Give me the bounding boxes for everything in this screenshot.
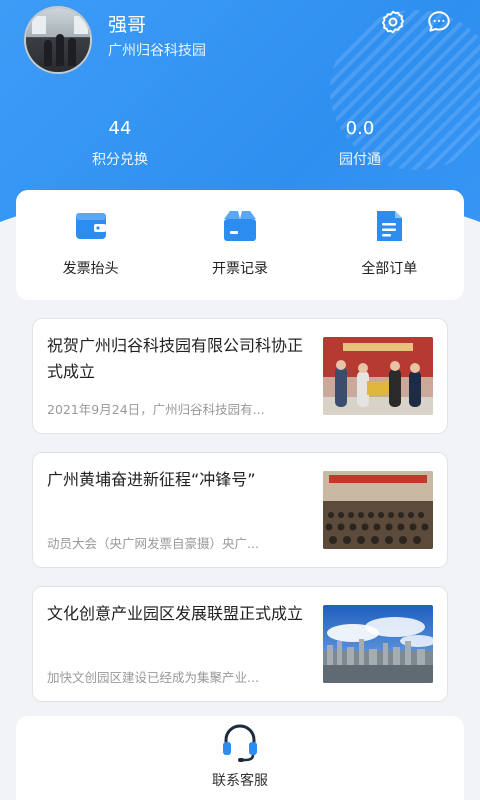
points-value: 44	[108, 118, 132, 139]
wallet-icon	[73, 208, 109, 244]
news-card[interactable]: 文化创意产业园区发展联盟正式成立 加快文创园区建设已经成为集聚产业...	[32, 586, 448, 702]
invoice-records-label: 开票记录	[211, 261, 268, 277]
invoice-records-button[interactable]: 开票记录	[165, 190, 314, 300]
points-stat[interactable]: 44 积分兑换	[40, 118, 200, 169]
news-card[interactable]: 祝贺广州归谷科技园有限公司科协正式成立 2021年9月24日，广州归谷科技园有.…	[32, 318, 448, 434]
document-icon	[371, 208, 407, 244]
news-summary: 动员大会（央广网发票自豪摄）央广...	[47, 536, 259, 551]
yuanfutong-label: 园付通	[339, 152, 381, 168]
news-summary: 加快文创园区建设已经成为集聚产业...	[47, 670, 259, 685]
avatar[interactable]	[24, 6, 92, 74]
quick-actions: 发票抬头 开票记录 全部订单	[16, 190, 464, 300]
open-box-icon	[222, 208, 258, 244]
yuanfutong-stat[interactable]: 0.0 园付通	[280, 118, 440, 169]
user-organization: 广州归谷科技园	[108, 43, 206, 59]
user-name: 强哥	[108, 14, 147, 36]
news-card[interactable]: 广州黄埔奋进新征程“冲锋号” 动员大会（央广网发票自豪摄）央广...	[32, 452, 448, 568]
invoice-title-label: 发票抬头	[62, 261, 119, 277]
group-photo-ceremony	[323, 337, 433, 415]
gear-icon[interactable]	[379, 8, 407, 36]
news-summary: 2021年9月24日，广州归谷科技园有...	[47, 402, 265, 417]
all-orders-button[interactable]: 全部订单	[315, 190, 464, 300]
chat-bubble-icon[interactable]	[425, 8, 453, 36]
headset-icon	[218, 720, 262, 764]
invoice-title-button[interactable]: 发票抬头	[16, 190, 165, 300]
conference-hall-photo	[323, 471, 433, 549]
all-orders-label: 全部订单	[361, 261, 418, 277]
news-title: 文化创意产业园区发展联盟正式成立	[47, 604, 304, 623]
yuanfutong-value: 0.0	[345, 118, 375, 139]
news-title: 广州黄埔奋进新征程“冲锋号”	[47, 470, 256, 489]
customer-service-button[interactable]: 联系客服	[16, 716, 464, 800]
customer-service-label: 联系客服	[212, 773, 268, 789]
news-title: 祝贺广州归谷科技园有限公司科协正式成立	[47, 336, 304, 381]
points-label: 积分兑换	[92, 152, 148, 168]
city-skyline-photo	[323, 605, 433, 683]
